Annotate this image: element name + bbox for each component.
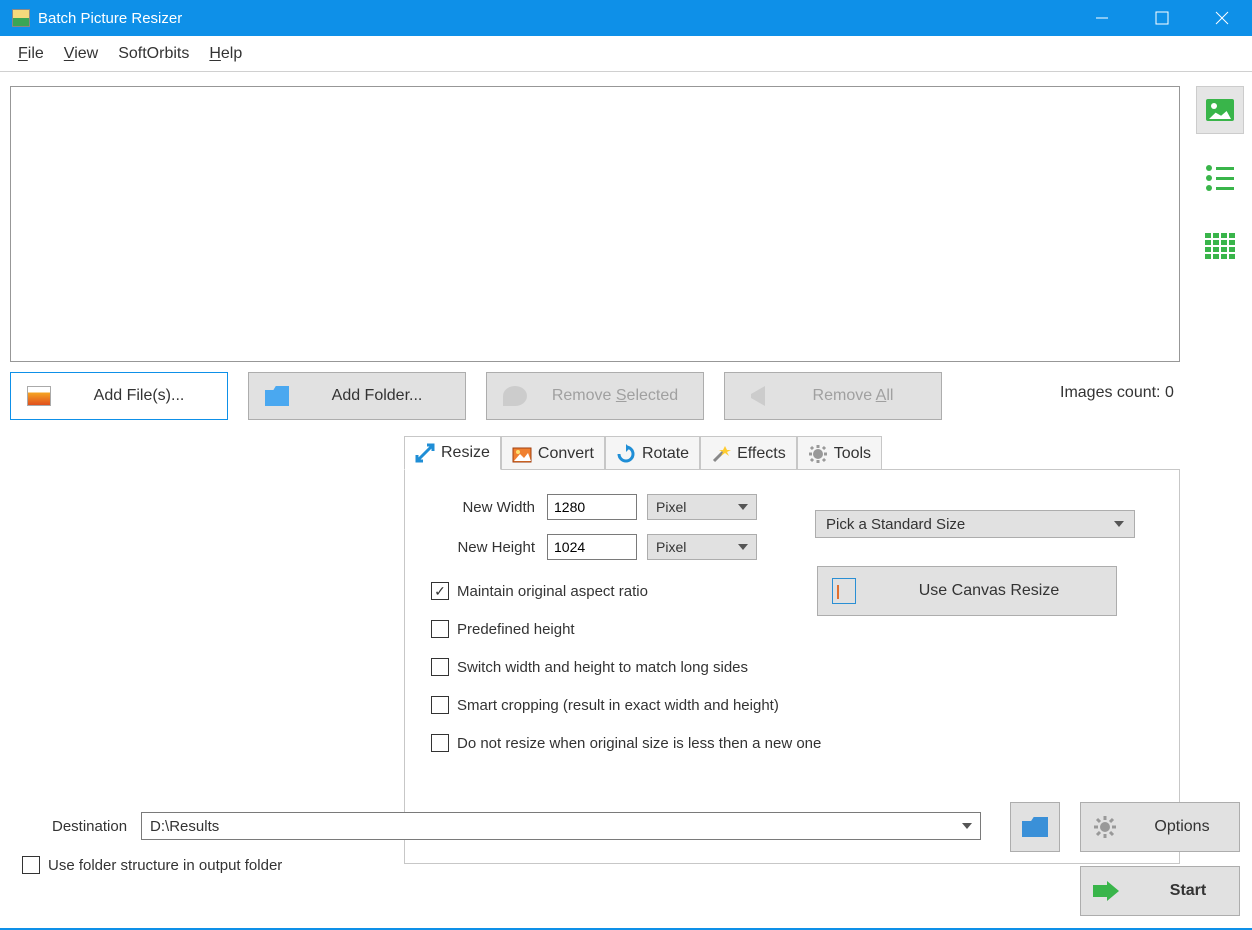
convert-icon (512, 444, 532, 464)
new-width-label: New Width (425, 499, 535, 516)
switch-wh-label: Switch width and height to match long si… (457, 659, 748, 676)
predefined-height-label: Predefined height (457, 621, 575, 638)
remove-selected-label: Remove Selected (543, 387, 687, 405)
checkbox-icon (431, 696, 449, 714)
add-folder-button[interactable]: Add Folder... (248, 372, 466, 420)
start-button[interactable]: Start (1080, 866, 1240, 916)
no-upscale-checkbox[interactable]: Do not resize when original size is less… (431, 734, 1159, 752)
app-icon (12, 9, 30, 27)
checkbox-icon (431, 620, 449, 638)
maximize-button[interactable] (1132, 0, 1192, 36)
standard-size-value: Pick a Standard Size (826, 516, 965, 533)
menu-file[interactable]: File (8, 41, 54, 67)
options-label: Options (1137, 818, 1227, 836)
checkbox-icon (22, 856, 40, 874)
start-label: Start (1149, 882, 1227, 900)
menu-view[interactable]: View (54, 41, 108, 67)
destination-row: Destination D:\Results (52, 812, 981, 840)
thumbnail-icon (1206, 99, 1234, 121)
view-details-button[interactable] (1196, 222, 1244, 270)
resize-icon (415, 443, 435, 463)
titlebar: Batch Picture Resizer (0, 0, 1252, 36)
destination-select[interactable]: D:\Results (141, 812, 981, 840)
menu-help[interactable]: Help (199, 41, 252, 67)
height-unit-value: Pixel (656, 539, 686, 555)
canvas-icon (832, 578, 856, 604)
list-icon (1206, 165, 1234, 191)
new-height-input[interactable] (547, 534, 637, 560)
add-files-button[interactable]: Add File(s)... (10, 372, 228, 420)
menubar: File View SoftOrbits Help (0, 36, 1252, 72)
predefined-height-checkbox[interactable]: Predefined height (431, 620, 1159, 638)
width-unit-select[interactable]: Pixel (647, 494, 757, 520)
view-thumbnails-button[interactable] (1196, 86, 1244, 134)
remove-selected-button[interactable]: Remove Selected (486, 372, 704, 420)
chevron-down-icon (738, 544, 748, 550)
tab-tools[interactable]: Tools (797, 436, 882, 470)
maintain-aspect-label: Maintain original aspect ratio (457, 583, 648, 600)
preview-area (10, 86, 1180, 362)
options-button[interactable]: Options (1080, 802, 1240, 852)
arrow-left-icon (741, 386, 765, 406)
destination-label: Destination (52, 818, 127, 835)
tab-rotate-label: Rotate (642, 445, 689, 463)
browse-destination-button[interactable] (1010, 802, 1060, 852)
file-toolbar: Add File(s)... Add Folder... Remove Sele… (10, 372, 942, 420)
canvas-resize-label: Use Canvas Resize (876, 582, 1102, 600)
switch-wh-checkbox[interactable]: Switch width and height to match long si… (431, 658, 1159, 676)
new-height-label: New Height (425, 539, 535, 556)
add-folder-label: Add Folder... (305, 387, 449, 405)
menu-softorbits[interactable]: SoftOrbits (108, 41, 199, 67)
height-unit-select[interactable]: Pixel (647, 534, 757, 560)
chevron-down-icon (1114, 521, 1124, 527)
view-list-button[interactable] (1196, 154, 1244, 202)
window-title: Batch Picture Resizer (38, 10, 182, 27)
gear-icon (1093, 815, 1117, 839)
tab-effects[interactable]: Effects (700, 436, 797, 470)
effects-icon (711, 444, 731, 464)
checkbox-icon (431, 734, 449, 752)
resize-panel: New Width Pixel New Height Pixel Pick a … (404, 469, 1180, 864)
tabstrip: Resize Convert Rotate Effects Tools (404, 436, 882, 470)
view-mode-bar (1196, 86, 1244, 270)
checkbox-icon (431, 658, 449, 676)
remove-all-button[interactable]: Remove All (724, 372, 942, 420)
file-icon (27, 386, 51, 406)
destination-value: D:\Results (150, 818, 219, 835)
arrow-right-icon (1093, 881, 1117, 901)
tab-resize-label: Resize (441, 444, 490, 462)
width-unit-value: Pixel (656, 499, 686, 515)
rotate-icon (616, 444, 636, 464)
new-width-input[interactable] (547, 494, 637, 520)
file-list (10, 432, 390, 864)
tools-icon (808, 444, 828, 464)
eraser-icon (503, 386, 527, 406)
folder-icon (265, 386, 289, 406)
chevron-down-icon (962, 823, 972, 829)
smart-crop-label: Smart cropping (result in exact width an… (457, 697, 779, 714)
folder-structure-label: Use folder structure in output folder (48, 857, 282, 874)
canvas-resize-button[interactable]: Use Canvas Resize (817, 566, 1117, 616)
chevron-down-icon (738, 504, 748, 510)
folder-open-icon (1022, 817, 1048, 837)
checkbox-icon (431, 582, 449, 600)
no-upscale-label: Do not resize when original size is less… (457, 735, 821, 752)
tab-convert[interactable]: Convert (501, 436, 605, 470)
tab-resize[interactable]: Resize (404, 436, 501, 470)
standard-size-select[interactable]: Pick a Standard Size (815, 510, 1135, 538)
tab-rotate[interactable]: Rotate (605, 436, 700, 470)
images-count: Images count: 0 (1060, 384, 1174, 402)
folder-structure-checkbox[interactable]: Use folder structure in output folder (22, 856, 282, 874)
remove-all-label: Remove All (781, 387, 925, 405)
smart-crop-checkbox[interactable]: Smart cropping (result in exact width an… (431, 696, 1159, 714)
tab-tools-label: Tools (834, 445, 871, 463)
tab-convert-label: Convert (538, 445, 594, 463)
close-button[interactable] (1192, 0, 1252, 36)
add-files-label: Add File(s)... (67, 387, 211, 405)
tab-effects-label: Effects (737, 445, 786, 463)
minimize-button[interactable] (1072, 0, 1132, 36)
grid-icon (1205, 233, 1235, 259)
